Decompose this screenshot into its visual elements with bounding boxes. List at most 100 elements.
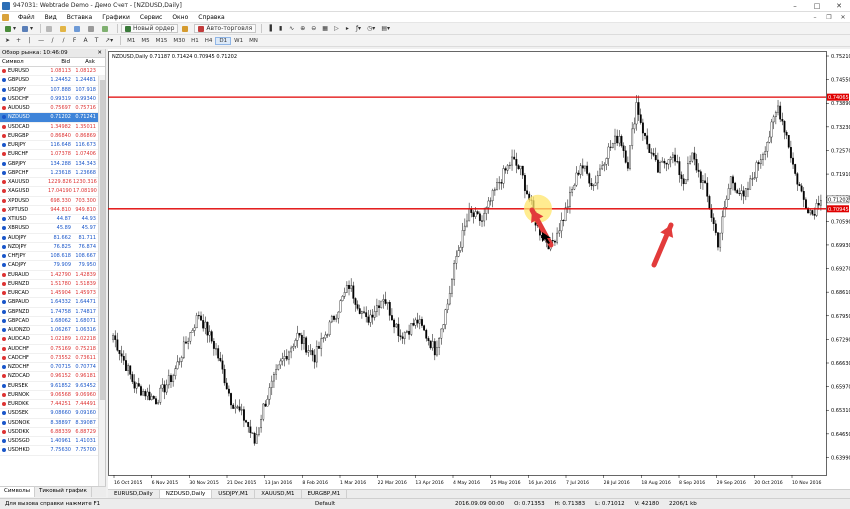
column-bid[interactable]: Bid <box>48 59 73 65</box>
symbol-row-eurusd[interactable]: EURUSD 1.08113 1.08123 <box>0 67 105 77</box>
symbol-row-nzdjpy[interactable]: NZDJPY 76.825 76.874 <box>0 243 105 252</box>
data-window-icon[interactable] <box>58 24 70 33</box>
symbol-row-usdnok[interactable]: USDNOK 8.38897 8.39087 <box>0 419 105 428</box>
chart-close-button[interactable]: ✕ <box>836 14 850 21</box>
chart-tab-usdjpy-m1[interactable]: USDJPY,M1 <box>212 490 256 498</box>
symbol-row-usdhkd[interactable]: USDHKD 7.75630 7.75700 <box>0 446 105 456</box>
symbol-row-eurjpy[interactable]: EURJPY 116.648 116.673 <box>0 141 105 151</box>
symbol-row-xbrusd[interactable]: XBRUSD 45.89 45.97 <box>0 224 105 234</box>
symbol-row-xauusd[interactable]: XAUUSD 1229.826 1230.316 <box>0 178 105 188</box>
symbol-row-usdchf[interactable]: USDCHF 0.99319 0.99340 <box>0 95 105 104</box>
new-order-button[interactable]: Новый ордер <box>121 24 179 33</box>
zoom-out-icon[interactable]: ⊖ <box>309 24 318 33</box>
symbol-row-xtiusd[interactable]: XTIUSD 44.87 44.93 <box>0 215 105 225</box>
symbol-row-eurnzd[interactable]: EURNZD 1.51780 1.51839 <box>0 280 105 289</box>
symbol-row-usdsek[interactable]: USDSEK 9.08660 9.09160 <box>0 409 105 419</box>
navigator-icon[interactable] <box>72 24 84 33</box>
column-symbol[interactable]: Символ <box>0 59 48 65</box>
timeframe-h4[interactable]: H4 <box>202 38 216 44</box>
new-chart-icon[interactable]: ▾ <box>3 24 18 33</box>
menu-charts[interactable]: Графики <box>97 14 135 21</box>
symbol-row-gbpnzd[interactable]: GBPNZD 1.74758 1.74817 <box>0 308 105 317</box>
menu-tools[interactable]: Сервис <box>135 14 167 21</box>
vertical-line-icon[interactable]: | <box>25 36 34 45</box>
symbol-row-eurchf[interactable]: EURCHF 1.07378 1.07406 <box>0 150 105 160</box>
label-icon[interactable]: T <box>92 36 101 45</box>
menu-window[interactable]: Окно <box>167 14 193 21</box>
symbol-row-cadjpy[interactable]: CADJPY 79.909 79.950 <box>0 261 105 271</box>
market-watch-icon[interactable] <box>44 24 56 33</box>
crosshair-icon[interactable]: + <box>14 36 23 45</box>
chart-shift-icon[interactable]: ▸ <box>343 24 352 33</box>
symbol-row-usdsgd[interactable]: USDSGD 1.40961 1.41031 <box>0 437 105 447</box>
maximize-button[interactable]: □ <box>806 0 828 12</box>
cursor-icon[interactable]: ➤ <box>3 36 12 45</box>
timeframe-d1[interactable]: D1 <box>215 36 232 45</box>
symbol-row-eurnok[interactable]: EURNOK 9.06568 9.06960 <box>0 391 105 400</box>
tester-icon[interactable] <box>100 24 112 33</box>
candlestick-icon[interactable]: ▮ <box>276 24 285 33</box>
zoom-in-icon[interactable]: ⊕ <box>298 24 307 33</box>
timeframe-m30[interactable]: M30 <box>170 38 188 44</box>
chart-tab-nzdusd-daily[interactable]: NZDUSD,Daily <box>159 490 213 498</box>
chart-minimize-button[interactable]: – <box>808 14 822 21</box>
symbol-row-gbpcad[interactable]: GBPCAD 1.68062 1.68071 <box>0 317 105 326</box>
symbol-row-audchf[interactable]: AUDCHF 0.75169 0.75218 <box>0 345 105 354</box>
symbol-row-gbpjpy[interactable]: GBPJPY 134.288 134.343 <box>0 160 105 169</box>
symbol-row-nzdcad[interactable]: NZDCAD 0.96152 0.96181 <box>0 372 105 382</box>
symbol-row-chfjpy[interactable]: CHFJPY 108.618 108.667 <box>0 252 105 262</box>
symbol-row-audnzd[interactable]: AUDNZD 1.06267 1.06316 <box>0 326 105 336</box>
chart-tab-eurusd-daily[interactable]: EURUSD,Daily <box>108 490 160 498</box>
timeframe-m5[interactable]: M5 <box>138 38 152 44</box>
tab-tick-chart[interactable]: Тиковый график <box>35 487 92 497</box>
timeframe-h1[interactable]: H1 <box>188 38 202 44</box>
tile-windows-icon[interactable]: ▦ <box>320 24 330 33</box>
templates-icon[interactable]: ▤▾ <box>379 24 392 33</box>
symbol-row-gbpchf[interactable]: GBPCHF 1.23618 1.23668 <box>0 169 105 178</box>
price-chart[interactable]: NZDUSD,Daily 0.71187 0.71424 0.70945 0.7… <box>108 49 850 489</box>
auto-trading-button[interactable]: Авто-торговля <box>194 24 257 33</box>
menu-help[interactable]: Справка <box>193 14 229 21</box>
symbol-row-cadchf[interactable]: CADCHF 0.73552 0.73611 <box>0 354 105 363</box>
line-chart-icon[interactable]: ∿ <box>287 24 296 33</box>
symbol-row-xpdusd[interactable]: XPDUSD 698.330 703.300 <box>0 197 105 206</box>
scrollbar-thumb[interactable] <box>100 80 105 400</box>
chart-restore-button[interactable]: ❐ <box>822 14 836 21</box>
symbol-row-xptusd[interactable]: XPTUSD 944.810 949.810 <box>0 206 105 215</box>
timeframe-w1[interactable]: W1 <box>231 38 246 44</box>
symbol-row-gbpaud[interactable]: GBPAUD 1.64332 1.64471 <box>0 298 105 308</box>
symbol-row-audusd[interactable]: AUDUSD 0.75697 0.75716 <box>0 104 105 114</box>
chart-tab-xauusd-m1[interactable]: XAUUSD,M1 <box>255 490 302 498</box>
symbol-row-audjpy[interactable]: AUDJPY 81.662 81.711 <box>0 234 105 243</box>
symbol-row-nzdusd[interactable]: NZDUSD 0.71202 0.71241 <box>0 113 105 123</box>
symbol-row-eursek[interactable]: EURSEK 9.61852 9.63452 <box>0 382 105 391</box>
symbol-row-eurdkk[interactable]: EURDKK 7.44251 7.44491 <box>0 400 105 410</box>
symbol-row-nzdchf[interactable]: NZDCHF 0.70715 0.70774 <box>0 363 105 373</box>
symbol-row-eurcad[interactable]: EURCAD 1.45904 1.45973 <box>0 289 105 299</box>
bar-chart-icon[interactable]: ▐ <box>265 24 274 33</box>
close-button[interactable]: ✕ <box>828 0 850 12</box>
chart-window-icon[interactable] <box>2 13 9 21</box>
timeframe-m1[interactable]: M1 <box>124 38 138 44</box>
trendline-icon[interactable]: / <box>48 36 57 45</box>
tab-symbols[interactable]: Символы <box>0 487 36 497</box>
horizontal-line-icon[interactable]: — <box>36 36 46 45</box>
auto-scroll-icon[interactable]: ▷ <box>332 24 341 33</box>
column-ask[interactable]: Ask <box>73 59 98 65</box>
symbol-row-audcad[interactable]: AUDCAD 1.02189 1.02218 <box>0 335 105 345</box>
indicators-icon[interactable]: ƒ▾ <box>354 24 363 33</box>
fibonacci-icon[interactable]: F <box>70 36 79 45</box>
text-icon[interactable]: A <box>81 36 90 45</box>
arrow-icon[interactable]: ↗▾ <box>103 36 115 45</box>
menu-file[interactable]: Файл <box>13 14 40 21</box>
symbol-row-usddkk[interactable]: USDDKK 6.88339 6.88729 <box>0 428 105 437</box>
profiles-icon[interactable]: ▾ <box>20 24 35 33</box>
terminal-icon[interactable] <box>86 24 98 33</box>
metaeditor-icon[interactable] <box>180 24 192 33</box>
chart-window[interactable]: NZDUSD,Daily 0.71187 0.71424 0.70945 0.7… <box>108 49 850 489</box>
chart-tab-eurgbp-m1[interactable]: EURGBP,M1 <box>302 490 348 498</box>
timeframe-m15[interactable]: M15 <box>153 38 171 44</box>
timeframe-mn[interactable]: MN <box>246 38 261 44</box>
symbol-row-xagusd[interactable]: XAGUSD 17.04190 17.08190 <box>0 187 105 197</box>
menu-insert[interactable]: Вставка <box>62 14 97 21</box>
